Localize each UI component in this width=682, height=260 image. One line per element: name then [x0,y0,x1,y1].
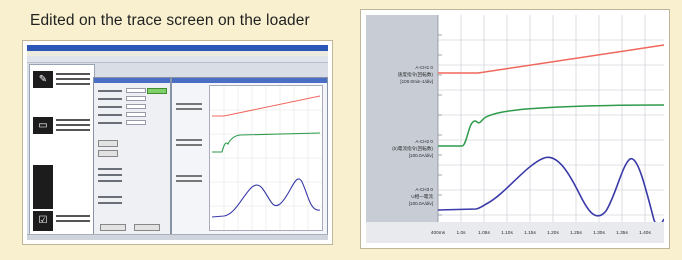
dialog-label [98,180,122,182]
monitor-icon[interactable]: ▭ [33,117,53,134]
x-tick-label: 1.30s [593,230,605,236]
trace-label-line [176,175,202,177]
trace-channel-labels [174,85,207,233]
dialog-label [98,122,122,124]
x-tick-label: 400ms [431,230,446,236]
sidebar-text-line [56,119,90,121]
dialog-label [98,106,122,108]
figure-caption: Edited on the trace screen on the loader [30,12,310,29]
dialog-button[interactable] [98,150,118,157]
mini-trace-svg [210,86,322,230]
mini-trace-plot [209,85,323,231]
ch2-id: A-CH2 0 [415,139,433,144]
dialog-cancel-button[interactable] [134,224,160,231]
dialog-field[interactable] [126,104,146,109]
dialog-label [98,90,122,92]
checkbox-icon[interactable]: ☑ [33,211,53,231]
loader-toolbar[interactable] [27,56,328,63]
x-tick-label: 1.35s [616,230,628,236]
trace-label-line [176,103,202,105]
loader-window: ✎ ▭ ☑ [27,45,328,240]
ch1-scale: [100.0min-1/div] [400,79,433,84]
x-tick-label: 1.40s [639,230,651,236]
trace-label-line [176,108,202,110]
ch1-id: A-CH1 0 [415,65,433,70]
dialog-label [98,202,122,204]
trace-window-title-bar [172,78,327,83]
pencil-icon[interactable]: ✎ [33,71,53,88]
trace-settings-dialog [93,77,171,237]
trace-start-button[interactable] [147,88,167,94]
loader-status-bar [27,234,328,240]
dialog-field[interactable] [126,88,146,93]
dialog-field[interactable] [126,112,146,117]
x-tick-label: 1.0s [456,230,466,236]
x-tick-label: 1.25s [570,230,582,236]
x-tick-label: 1.05s [478,230,490,236]
sidebar-text-line [56,78,90,80]
ch3-name: U相一電流 [411,193,433,200]
ch2-name: (b)電流指令(回転数) [392,145,433,152]
sidebar-text-line [56,83,90,85]
sidebar-text-line [56,129,90,131]
sidebar-text-line [56,124,90,126]
x-tick-label: 1.15s [524,230,536,236]
sidebar-dark-block [33,165,53,209]
dialog-label [98,168,122,170]
ch2-scale: [100.0A/div] [409,153,433,158]
sidebar-text-line [56,73,90,75]
dialog-label [98,196,122,198]
trace-window [171,77,328,237]
x-tick-label: 1.20s [547,230,559,236]
loader-screenshot-panel: ✎ ▭ ☑ [22,40,333,245]
ch3-scale: [100.0A/div] [409,201,433,206]
dialog-title-bar [94,78,170,83]
ch3-id: A-CH3 0 [415,187,433,192]
trace-scope-panel: A-CH1 0 速度指令(回転数) [100.0min-1/div] A-CH2… [360,9,670,249]
dialog-field[interactable] [126,96,146,101]
trace-scope-svg: A-CH1 0 速度指令(回転数) [100.0min-1/div] A-CH2… [366,15,665,243]
sidebar-text-line [56,215,90,217]
ch1-name: 速度指令(回転数) [398,71,434,78]
dialog-label [98,174,122,176]
trace-label-line [176,139,202,141]
dialog-label [98,114,122,116]
sidebar-text-line [56,220,90,222]
dialog-button[interactable] [98,140,118,147]
dialog-field[interactable] [126,120,146,125]
dialog-label [98,98,122,100]
x-tick-label: 1.10s [501,230,513,236]
trace-label-line [176,144,202,146]
loader-sidebar: ✎ ▭ ☑ [29,64,95,238]
dialog-ok-button[interactable] [100,224,126,231]
trace-label-line [176,180,202,182]
